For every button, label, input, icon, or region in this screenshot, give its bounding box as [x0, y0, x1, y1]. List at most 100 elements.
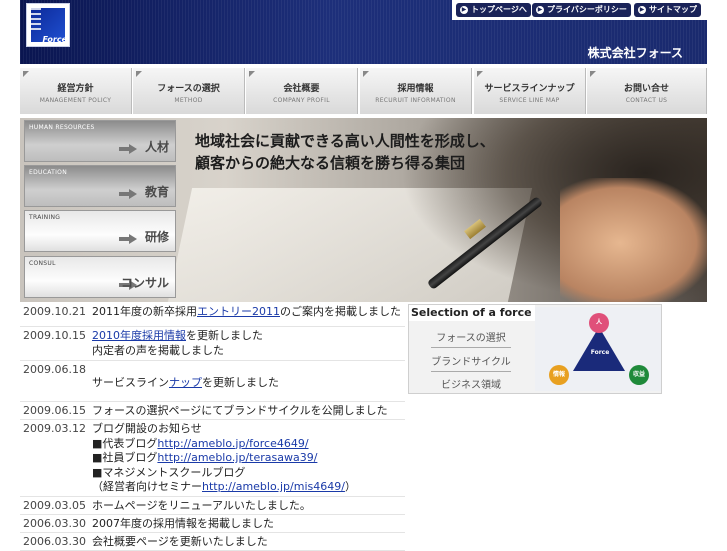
nav-contact[interactable]: お問い合せ CONTACT US: [587, 68, 707, 114]
side-sublabel: TRAINING: [29, 214, 61, 221]
news-link[interactable]: エントリー2011: [197, 305, 280, 318]
news-date: 2006.03.30: [23, 535, 86, 548]
main-nav: 経営方針 MANAGEMENT POLICY フォースの選択 METHOD 会社概要…: [20, 68, 707, 114]
selection-link-method[interactable]: フォースの選択: [431, 329, 511, 348]
news-link[interactable]: ナップ: [169, 376, 202, 389]
company-logo[interactable]: Force: [26, 3, 70, 47]
news-date: 2009.10.21: [23, 305, 86, 318]
news-body: サービスラインナップを更新しました: [92, 361, 405, 391]
company-name: 株式会社フォース: [587, 46, 683, 60]
news-body: ホームページをリニューアルいたしました。: [92, 497, 405, 514]
news-body: 2007年度の採用情報を掲載しました: [92, 515, 405, 532]
hero-hand: [560, 178, 707, 302]
arrow-right-icon: [119, 234, 137, 244]
logo-bars: [31, 8, 41, 30]
corner-mark: [23, 71, 29, 77]
toplink-sitemap[interactable]: ▶ サイトマップ: [634, 3, 701, 17]
side-label: 研修: [144, 230, 169, 244]
top-links: ▶ トップページへ ▶ プライバシーポリシー ▶ サイトマップ: [452, 0, 707, 20]
side-sublabel: HUMAN RESOURCES: [29, 124, 95, 131]
corner-mark: [136, 71, 142, 77]
news-date: 2009.06.18: [23, 363, 86, 376]
slogan-line-1: 地域社会に貢献できる高い人間性を形成し、: [195, 132, 495, 150]
news-item: 2009.10.15 2010年度採用情報を更新しました 内定者の声を掲載しました: [20, 327, 405, 361]
toplink-top[interactable]: ▶ トップページへ: [456, 3, 531, 17]
news-item: 2009.03.12 ブログ開設のお知らせ ■代表ブログhttp://amebl…: [20, 420, 405, 497]
arrow-right-icon: [119, 189, 137, 199]
news-text: ブログ開設のお知らせ: [92, 422, 202, 435]
news-date: 2006.03.30: [23, 517, 86, 530]
toplink-label: サイトマップ: [649, 5, 697, 14]
diagram-node-revenue: 収益: [629, 365, 649, 385]
logo-text: Force: [42, 35, 67, 44]
news-body: フォースの選択ページにてブランドサイクルを公開しました: [92, 402, 405, 419]
arrow-icon: ▶: [536, 5, 544, 14]
news-text: サービスライン: [92, 376, 169, 389]
nav-label: フォースの選択: [157, 84, 220, 94]
selection-link-business-area[interactable]: ビジネス領域: [431, 376, 511, 394]
toplink-privacy[interactable]: ▶ プライバシーポリシー: [532, 3, 631, 17]
news-text: ■代表ブログ: [92, 436, 158, 450]
diagram-node-info: 情報: [549, 365, 569, 385]
arrow-right-icon: [119, 144, 137, 154]
blog-link[interactable]: http://ameblo.jp/force4649/: [157, 437, 308, 450]
side-label: 人材: [144, 140, 169, 154]
nav-label: 採用情報: [397, 84, 434, 94]
corner-mark: [590, 71, 596, 77]
nav-sublabel: COMPANY PROFIL: [273, 97, 330, 104]
news-item: 2009.06.18 サービスラインナップを更新しました: [20, 361, 405, 402]
side-item-training[interactable]: TRAINING 研修: [24, 210, 176, 252]
news-item: 2009.10.21 2011年度の新卒採用エントリー2011のご案内を掲載しま…: [20, 303, 405, 327]
nav-label: 会社概要: [283, 84, 320, 94]
news-list: 2009.10.21 2011年度の新卒採用エントリー2011のご案内を掲載しま…: [20, 303, 405, 551]
toplink-label: トップページへ: [471, 5, 527, 14]
side-item-education[interactable]: EDUCATION 教育: [24, 165, 176, 207]
side-sublabel: EDUCATION: [29, 169, 67, 176]
selection-panel: Selection of a force フォースの選択 ブランドサイクル ビジ…: [408, 304, 662, 394]
news-item: 2009.03.05 ホームページをリニューアルいたしました。: [20, 497, 405, 515]
news-body: 2010年度採用情報を更新しました 内定者の声を掲載しました: [92, 327, 405, 358]
nav-label: お問い合せ: [623, 84, 669, 94]
news-body: 2011年度の新卒採用エントリー2011のご案内を掲載しました: [92, 303, 405, 320]
brand-cycle-diagram[interactable]: 人 Force 情報 収益: [535, 307, 661, 391]
news-item: 2006.03.30 会社概要ページを更新いたしました: [20, 533, 405, 551]
news-text: のご案内を掲載しました: [280, 305, 401, 318]
side-item-consul[interactable]: CONSUL コンサル: [24, 256, 176, 298]
news-text: 内定者の声を掲載しました: [92, 343, 224, 357]
nav-method[interactable]: フォースの選択 METHOD: [133, 68, 245, 114]
news-date: 2009.03.12: [23, 422, 86, 435]
nav-company-profile[interactable]: 会社概要 COMPANY PROFIL: [246, 68, 358, 114]
news-date: 2009.03.05: [23, 499, 86, 512]
news-text: 会社概要ページを更新いたしました: [92, 535, 268, 548]
side-label: コンサル: [120, 276, 169, 290]
corner-mark: [477, 71, 483, 77]
nav-management-policy[interactable]: 経営方針 MANAGEMENT POLICY: [20, 68, 132, 114]
nav-sublabel: RECURUIT INFORMATION: [375, 97, 456, 104]
news-text: 2007年度の採用情報を掲載しました: [92, 517, 274, 530]
corner-mark: [249, 71, 255, 77]
nav-label: サービスラインナップ: [484, 84, 575, 94]
diagram-node-people: 人: [589, 313, 609, 333]
news-link[interactable]: 2010年度採用情報: [92, 329, 186, 342]
nav-sublabel: CONTACT US: [625, 97, 668, 104]
news-text: を更新しました: [202, 376, 279, 389]
news-text: フォースの選択ページにてブランドサイクルを公開しました: [92, 404, 388, 417]
nav-recruit[interactable]: 採用情報 RECURUIT INFORMATION: [360, 68, 472, 114]
selection-link-brand-cycle[interactable]: ブランドサイクル: [431, 353, 511, 372]
news-text: ■社員ブログ: [92, 451, 158, 464]
news-text: ■マネジメントスクールブログ: [92, 465, 246, 479]
news-text: を更新しました: [186, 329, 263, 342]
news-text: ホームページをリニューアルいたしました。: [92, 499, 311, 512]
news-item: 2006.03.30 2007年度の採用情報を掲載しました: [20, 515, 405, 533]
nav-service-lineup[interactable]: サービスラインナップ SERVICE LINE MAP: [474, 68, 586, 114]
arrow-icon: ▶: [638, 5, 646, 14]
side-sublabel: CONSUL: [29, 260, 56, 267]
news-item: 2009.06.15 フォースの選択ページにてブランドサイクルを公開しました: [20, 402, 405, 420]
hero-slogan: 地域社会に貢献できる高い人間性を形成し、 顧客からの絶大なる信頼を勝ち得る集団: [195, 130, 495, 174]
blog-link[interactable]: http://ameblo.jp/terasawa39/: [157, 451, 317, 464]
blog-link[interactable]: http://ameblo.jp/mis4649/: [202, 480, 345, 493]
nav-sublabel: MANAGEMENT POLICY: [39, 97, 112, 104]
side-label: 教育: [144, 185, 169, 199]
side-item-human-resources[interactable]: HUMAN RESOURCES 人材: [24, 120, 176, 162]
arrow-icon: ▶: [460, 5, 468, 14]
